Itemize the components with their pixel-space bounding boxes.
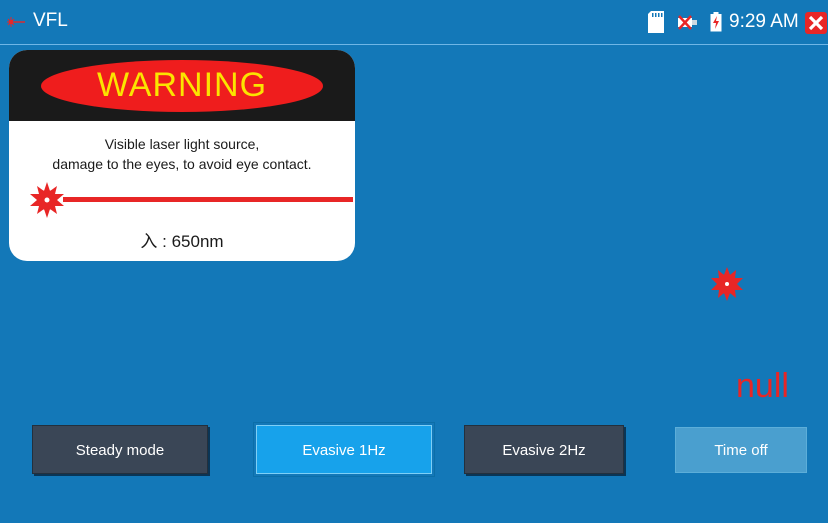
- sd-card-icon: [648, 11, 664, 33]
- warning-message: Visible laser light source, damage to th…: [9, 134, 355, 174]
- laser-beam-icon: [30, 182, 353, 218]
- laser-status-icon: [711, 267, 743, 301]
- warning-message-line1: Visible laser light source,: [104, 136, 260, 152]
- app-title: VFL: [33, 10, 68, 31]
- usb-icon: [678, 15, 697, 30]
- time-off-button[interactable]: Time off: [675, 427, 807, 473]
- warning-header: WARNING: [9, 50, 355, 121]
- warning-card: WARNING Visible laser light source, dama…: [9, 50, 355, 261]
- close-icon[interactable]: [805, 12, 827, 34]
- warning-title: WARNING: [96, 66, 268, 104]
- battery-charging-icon: [710, 12, 722, 32]
- laser-icon: [7, 17, 25, 27]
- warning-message-line2: damage to the eyes, to avoid eye contact…: [52, 156, 312, 172]
- evasive-2hz-button[interactable]: Evasive 2Hz: [464, 425, 624, 474]
- status-value: null: [736, 367, 789, 405]
- clock: 9:29 AM: [729, 11, 799, 32]
- steady-mode-button[interactable]: Steady mode: [32, 425, 208, 474]
- evasive-1hz-button[interactable]: Evasive 1Hz: [253, 422, 435, 477]
- title-bar: VFL 9:29 AM: [0, 0, 828, 45]
- wavelength-label: 入 : 650nm: [140, 232, 224, 251]
